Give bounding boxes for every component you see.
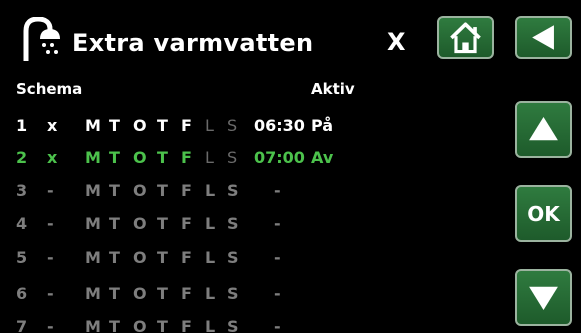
day-sat: L [205, 214, 216, 233]
day-sun: S [227, 116, 238, 135]
row-time: - [274, 181, 281, 200]
row-number: 2 [16, 148, 28, 167]
day-thu: T [157, 317, 168, 333]
day-fri: F [181, 317, 192, 333]
schedule-row-3[interactable]: 3 - M T O T F L S - [0, 181, 500, 203]
schedule-row-7[interactable]: 7 - M T O T F L S - [0, 317, 500, 333]
day-sun: S [227, 148, 238, 167]
day-sat: L [205, 181, 216, 200]
day-thu: T [157, 148, 168, 167]
day-sun: S [227, 214, 239, 233]
schedule-row-1[interactable]: 1 x M T O T F L S 06:30 På [0, 116, 500, 138]
shower-icon [23, 17, 60, 61]
row-number: 6 [16, 284, 28, 303]
day-mon: M [85, 116, 101, 135]
day-mon: M [85, 181, 101, 200]
day-tue: T [109, 214, 120, 233]
row-time: - [274, 248, 281, 267]
row-enabled: - [47, 181, 54, 200]
day-thu: T [157, 116, 168, 135]
day-thu: T [157, 248, 168, 267]
day-fri: F [181, 181, 192, 200]
day-wed: O [133, 181, 147, 200]
row-time: - [274, 214, 281, 233]
schedule-row-2[interactable]: 2 x M T O T F L S 07:00 Av [0, 148, 500, 170]
day-tue: T [109, 116, 120, 135]
row-time: 07:00 [254, 148, 305, 167]
row-enabled: - [47, 214, 54, 233]
day-mon: M [85, 214, 101, 233]
row-time: - [274, 284, 281, 303]
day-wed: O [133, 214, 147, 233]
day-sun: S [227, 248, 239, 267]
row-active: Av [311, 148, 334, 167]
day-tue: T [109, 248, 120, 267]
schedule-row-5[interactable]: 5 - M T O T F L S - [0, 248, 500, 270]
day-fri: F [181, 214, 192, 233]
day-sun: S [227, 317, 239, 333]
day-thu: T [157, 181, 168, 200]
up-button[interactable] [515, 101, 572, 158]
row-enabled: - [47, 317, 54, 333]
schedule-row-4[interactable]: 4 - M T O T F L S - [0, 214, 500, 236]
day-fri: F [181, 248, 192, 267]
day-mon: M [85, 148, 101, 167]
row-enabled: x [47, 148, 58, 167]
day-wed: O [133, 248, 147, 267]
row-time: - [274, 317, 281, 333]
day-wed: O [133, 284, 147, 303]
schedule-header: Schema [16, 80, 83, 98]
down-button[interactable] [515, 269, 572, 326]
day-sat: L [205, 317, 216, 333]
day-tue: T [109, 284, 120, 303]
day-sun: S [227, 181, 239, 200]
row-number: 3 [16, 181, 28, 200]
row-number: 7 [16, 317, 28, 333]
day-wed: O [133, 116, 147, 135]
schedule-row-6[interactable]: 6 - M T O T F L S - [0, 284, 500, 306]
down-arrow-icon [529, 286, 558, 311]
row-number: 5 [16, 248, 28, 267]
day-wed: O [133, 148, 147, 167]
day-wed: O [133, 317, 147, 333]
up-arrow-icon [529, 116, 558, 141]
day-thu: T [157, 214, 168, 233]
day-sun: S [227, 284, 239, 303]
row-enabled: - [47, 284, 54, 303]
back-button[interactable] [515, 16, 572, 59]
day-fri: F [181, 284, 192, 303]
ok-label: OK [527, 201, 560, 226]
back-arrow-icon [532, 25, 554, 50]
row-active: På [311, 116, 334, 135]
active-header: Aktiv [311, 80, 355, 98]
page-title: Extra varmvatten [72, 29, 314, 57]
day-mon: M [85, 284, 101, 303]
day-thu: T [157, 284, 168, 303]
day-tue: T [109, 148, 120, 167]
day-sat: L [205, 248, 216, 267]
ok-button[interactable]: OK [515, 185, 572, 242]
day-tue: T [109, 317, 120, 333]
row-enabled: - [47, 248, 54, 267]
row-number: 4 [16, 214, 28, 233]
day-mon: M [85, 317, 101, 333]
row-enabled: x [47, 116, 58, 135]
day-tue: T [109, 181, 120, 200]
home-icon [450, 22, 481, 54]
home-button[interactable] [437, 16, 494, 59]
row-number: 1 [16, 116, 28, 135]
day-mon: M [85, 248, 101, 267]
row-time: 06:30 [254, 116, 305, 135]
day-sat: L [205, 148, 214, 167]
day-fri: F [181, 116, 192, 135]
day-sat: L [205, 284, 216, 303]
day-sat: L [205, 116, 214, 135]
day-fri: F [181, 148, 192, 167]
close-button[interactable]: X [387, 30, 406, 54]
